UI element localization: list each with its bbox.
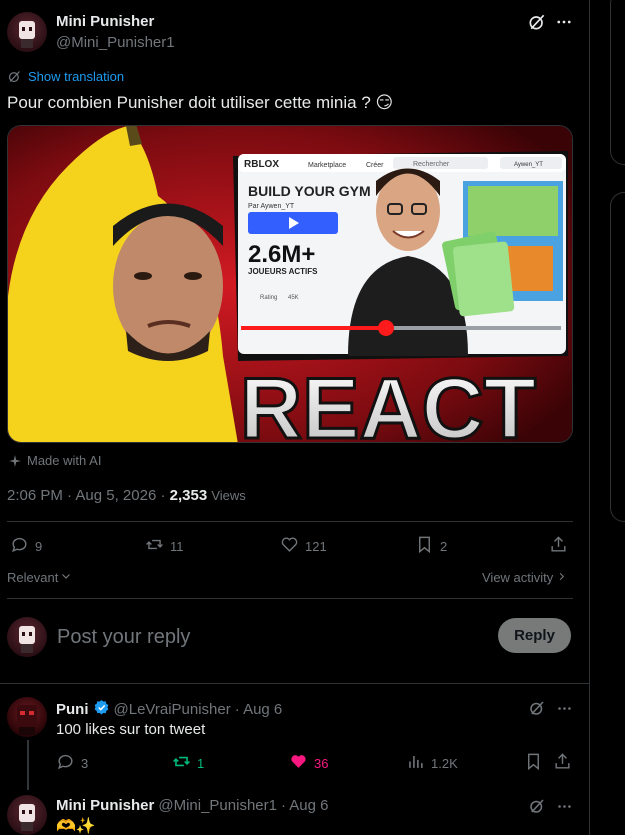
reply-repost-button[interactable]: 1	[172, 752, 204, 774]
reply-avatar[interactable]	[7, 697, 47, 737]
repost-count: 11	[170, 538, 184, 554]
avatar-image	[19, 626, 35, 653]
reply-author-name[interactable]: Puni	[56, 701, 89, 718]
thumb-search: Rechercher	[413, 161, 450, 168]
thumb-likes: 45K	[288, 295, 299, 301]
sort-dropdown[interactable]: Relevant	[7, 570, 72, 585]
reply-views-button[interactable]: 1.2K	[406, 752, 458, 774]
reply-reply-count: 3	[81, 755, 89, 771]
sidebar-card	[610, 192, 625, 522]
reply-avatar[interactable]	[7, 795, 47, 835]
author-avatar[interactable]	[7, 12, 47, 52]
author-name[interactable]: Mini Punisher	[56, 13, 154, 30]
translate-icon	[7, 69, 22, 84]
reply-icon	[56, 752, 75, 774]
view-activity-label: View activity	[482, 570, 554, 585]
reply-reply-button[interactable]: 3	[56, 752, 88, 774]
reply-button[interactable]: 9	[10, 535, 42, 557]
thumb-brand: RBLOX	[244, 159, 279, 170]
more-icon[interactable]	[553, 11, 575, 33]
bookmark-button[interactable]: 2	[415, 535, 447, 557]
post-time[interactable]: 2:06 PM	[7, 487, 63, 504]
post-meta: 2:06 PM · Aug 5, 2026 · 2,353 Views	[7, 487, 246, 504]
thumb-game-title: BUILD YOUR GYM	[248, 183, 371, 199]
like-button[interactable]: 121	[280, 535, 327, 557]
made-with-ai-badge: Made with AI	[8, 453, 101, 468]
avatar-image	[17, 705, 37, 735]
grok-icon[interactable]	[526, 11, 548, 33]
reply-header: Puni @LeVraiPunisher · Aug 6	[56, 699, 282, 720]
reply-like-button[interactable]: 36	[289, 752, 328, 774]
chevron-down-icon	[60, 570, 72, 585]
reply-count: 9	[35, 538, 43, 554]
bookmark-icon	[524, 752, 543, 774]
share-icon	[553, 752, 572, 774]
thumb-game-by: Par Aywen_YT	[248, 203, 295, 210]
reply-text: 🫶✨	[56, 818, 96, 835]
made-with-ai-label: Made with AI	[27, 453, 102, 468]
reply-submit-button[interactable]: Reply	[498, 618, 571, 653]
view-activity-link[interactable]: View activity	[482, 570, 567, 585]
divider	[0, 683, 590, 684]
thumb-stat-sub: JOUEURS ACTIFS	[248, 267, 318, 276]
repost-button[interactable]: 11	[145, 535, 184, 557]
reply-share-button[interactable]	[553, 752, 572, 774]
thumb-nav-creer: Créer	[366, 162, 384, 169]
reply-input[interactable]: Post your reply	[57, 626, 190, 649]
bookmark-icon	[415, 535, 434, 557]
like-icon	[289, 752, 308, 774]
divider	[7, 521, 573, 522]
thumb-stat-big: 2.6M+	[248, 241, 315, 268]
avatar-image	[19, 804, 35, 831]
sort-label: Relevant	[7, 570, 59, 585]
thumb-big-word: REACT	[240, 361, 536, 443]
thumb-nav-marketplace: Marketplace	[308, 162, 346, 169]
thumb-account: Aywen_YT	[514, 162, 543, 168]
thread-line	[27, 740, 29, 790]
post-text: Pour combien Punisher doit utiliser cett…	[7, 93, 394, 112]
divider	[7, 598, 573, 599]
reply-icon	[10, 535, 29, 557]
show-translation-link[interactable]: Show translation	[7, 69, 124, 84]
post-media[interactable]: RBLOX Marketplace Créer Rechercher Aywen…	[7, 125, 573, 443]
reply-like-count: 36	[314, 755, 329, 771]
like-icon	[280, 535, 299, 557]
reply-text: 100 likes sur ton tweet	[56, 721, 206, 738]
reply-author-handle[interactable]: @LeVraiPunisher	[114, 701, 231, 718]
repost-icon	[172, 752, 191, 774]
chevron-right-icon	[556, 570, 567, 585]
right-sidebar-edge	[590, 0, 625, 835]
like-count: 121	[305, 538, 327, 554]
sparkle-icon	[8, 454, 22, 468]
grok-icon[interactable]	[526, 795, 548, 817]
views-icon	[406, 752, 425, 774]
reply-header: Mini Punisher @Mini_Punisher1 · Aug 6	[56, 797, 329, 814]
author-handle[interactable]: @Mini_Punisher1	[56, 34, 175, 51]
sidebar-card	[610, 0, 625, 165]
thumbnail-image: RBLOX Marketplace Créer Rechercher Aywen…	[8, 126, 572, 443]
share-button[interactable]	[549, 535, 568, 557]
avatar-image	[19, 21, 35, 48]
post-date[interactable]: Aug 5, 2026	[75, 487, 156, 504]
reply-author-handle[interactable]: @Mini_Punisher1	[158, 797, 277, 814]
reply-views-count: 1.2K	[431, 755, 458, 771]
reply-date[interactable]: · Aug 6	[281, 797, 329, 814]
reply-author-name[interactable]: Mini Punisher	[56, 797, 154, 814]
reply-date[interactable]: · Aug 6	[235, 701, 283, 718]
views-label: Views	[211, 488, 246, 503]
composer-avatar[interactable]	[7, 617, 47, 657]
views-count: 2,353	[169, 487, 208, 504]
more-icon[interactable]	[553, 795, 575, 817]
reply-repost-count: 1	[197, 755, 205, 771]
show-translation-label: Show translation	[28, 69, 125, 84]
share-icon	[549, 535, 568, 557]
bookmark-count: 2	[440, 538, 448, 554]
thumb-rating: Rating	[260, 295, 277, 301]
more-icon[interactable]	[553, 697, 575, 719]
repost-icon	[145, 535, 164, 557]
reply-bookmark-button[interactable]	[524, 752, 543, 774]
verified-icon	[93, 699, 110, 720]
grok-icon[interactable]	[526, 697, 548, 719]
timeline-column: Mini Punisher @Mini_Punisher1 Show trans…	[0, 0, 590, 835]
